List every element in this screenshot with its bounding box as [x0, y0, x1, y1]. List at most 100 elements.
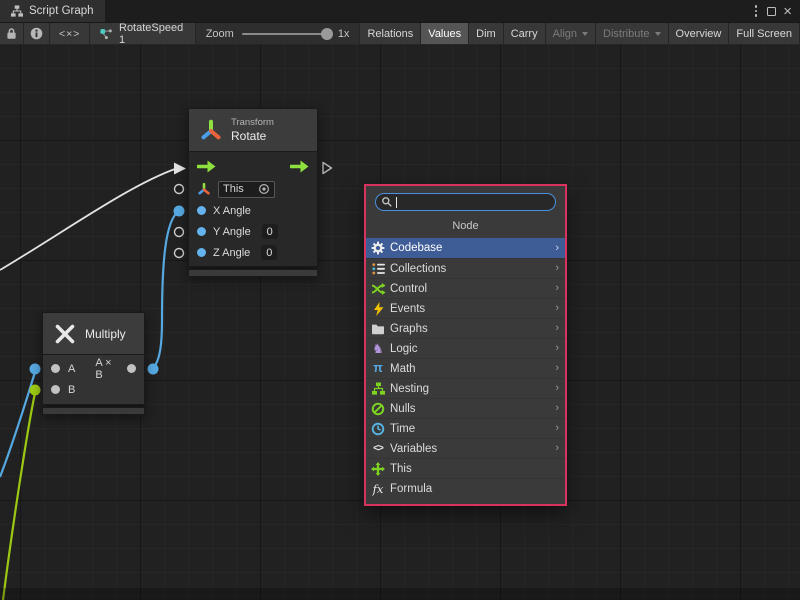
zangle-value-field[interactable]: 0 [261, 245, 277, 260]
hierarchy-icon [11, 5, 23, 17]
gear-icon [370, 241, 386, 255]
search-area [366, 186, 565, 211]
chevron-down-icon [655, 32, 661, 36]
zangle-port[interactable] [197, 248, 206, 257]
rotate-node[interactable]: Transform Rotate [188, 108, 318, 277]
this-port-ring[interactable] [175, 185, 184, 194]
output-label: A × B [95, 357, 119, 381]
a-port[interactable] [51, 364, 60, 373]
item-label: Graphs [390, 323, 428, 335]
item-label: Formula [390, 483, 432, 495]
finder-list: Codebase › Collections [366, 238, 565, 504]
zoom-label: Zoom [206, 28, 234, 40]
finder-item-graphs[interactable]: Graphs › [366, 318, 565, 338]
relations-button[interactable]: Relations [360, 23, 421, 44]
xangle-port[interactable] [197, 206, 206, 215]
text-cursor [396, 197, 397, 208]
b-port[interactable] [51, 385, 60, 394]
finder-item-math[interactable]: π Math › [366, 358, 565, 378]
unity-script-graph-window: Script Graph × <×> [0, 0, 800, 600]
node-category: Transform [231, 117, 274, 128]
lock-button[interactable] [0, 23, 24, 44]
zangle-label: Z Angle [213, 247, 250, 259]
a-port-endpoint[interactable] [30, 364, 41, 375]
values-button[interactable]: Values [421, 23, 469, 44]
kebab-menu-icon[interactable] [752, 3, 761, 19]
finder-item-this[interactable]: This [366, 458, 565, 478]
finder-item-formula[interactable]: fx Formula [366, 478, 565, 498]
b-port-endpoint[interactable] [30, 385, 41, 396]
transform-axis-mini-icon [197, 182, 211, 196]
fuzzy-finder: Node Codebase › [364, 184, 567, 506]
null-icon [370, 402, 386, 416]
yangle-value-field[interactable]: 0 [262, 224, 278, 239]
object-picker-icon[interactable] [258, 183, 270, 195]
knight-icon: ♞ [370, 342, 386, 355]
search-field[interactable] [375, 193, 556, 211]
this-row: This [189, 178, 317, 200]
zoom-slider-handle[interactable] [321, 28, 333, 40]
graph-name: RotateSpeed 1 [119, 22, 185, 44]
yangle-port-ring[interactable] [175, 228, 184, 237]
item-label: Variables [390, 443, 437, 455]
yangle-row: Y Angle 0 [189, 221, 317, 242]
lock-icon [6, 27, 17, 40]
graph-canvas[interactable]: Transform Rotate [0, 44, 800, 600]
zangle-port-ring[interactable] [175, 249, 184, 258]
chevron-right-icon: › [555, 423, 559, 434]
output-port[interactable] [127, 364, 136, 373]
tab-script-graph[interactable]: Script Graph [0, 0, 105, 22]
info-button[interactable] [24, 23, 50, 44]
yangle-port[interactable] [197, 227, 206, 236]
dim-button[interactable]: Dim [469, 23, 504, 44]
chevron-right-icon: › [555, 403, 559, 414]
b-row: B [43, 379, 144, 400]
info-icon [30, 27, 43, 40]
window-controls: × [744, 0, 800, 22]
item-label: Nulls [390, 403, 416, 415]
item-label: Codebase [390, 242, 442, 254]
folder-icon [370, 322, 386, 335]
search-icon [381, 196, 393, 208]
multiply-node[interactable]: Multiply A A × B B [42, 312, 145, 415]
maximize-icon[interactable] [767, 7, 776, 16]
clock-icon [370, 422, 386, 436]
control-wire [0, 169, 175, 270]
fullscreen-button[interactable]: Full Screen [729, 23, 800, 44]
zoom-slider-track[interactable] [242, 33, 330, 35]
flow-output-triangle[interactable] [323, 163, 332, 174]
finder-item-collections[interactable]: Collections › [366, 258, 565, 278]
flow-in-arrow-icon[interactable] [197, 160, 216, 173]
finder-item-events[interactable]: Events › [366, 298, 565, 318]
multiply-node-header: Multiply [42, 312, 145, 355]
finder-item-time[interactable]: Time › [366, 418, 565, 438]
multiply-output-endpoint[interactable] [148, 364, 159, 375]
search-input[interactable] [400, 196, 550, 208]
this-object-field[interactable]: This [218, 181, 275, 198]
align-label: Align [553, 28, 577, 40]
graph-breadcrumb[interactable]: RotateSpeed 1 [90, 23, 195, 44]
item-label: Math [390, 363, 416, 375]
close-icon[interactable]: × [783, 4, 792, 19]
distribute-label: Distribute [603, 28, 649, 40]
rotate-node-header: Transform Rotate [188, 108, 318, 152]
finder-item-codebase[interactable]: Codebase › [366, 238, 565, 258]
finder-item-nesting[interactable]: Nesting › [366, 378, 565, 398]
finder-item-nulls[interactable]: Nulls › [366, 398, 565, 418]
align-dropdown[interactable]: Align [546, 23, 596, 44]
node-title: Multiply [85, 327, 126, 341]
finder-item-control[interactable]: Control › [366, 278, 565, 298]
graph-asset-icon [100, 27, 113, 41]
chevron-right-icon: › [555, 363, 559, 374]
finder-item-logic[interactable]: ♞ Logic › [366, 338, 565, 358]
finder-item-variables[interactable]: <> Variables › [366, 438, 565, 458]
formula-icon: fx [370, 482, 386, 496]
rotate-node-body: This X Angle Y Angle 0 [188, 152, 318, 267]
item-label: Control [390, 283, 427, 295]
overview-button[interactable]: Overview [669, 23, 730, 44]
xangle-port-endpoint[interactable] [174, 206, 185, 217]
carry-button[interactable]: Carry [504, 23, 546, 44]
code-preview-button[interactable]: <×> [50, 23, 90, 44]
distribute-dropdown[interactable]: Distribute [596, 23, 668, 44]
flow-out-arrow-icon[interactable] [290, 160, 309, 173]
